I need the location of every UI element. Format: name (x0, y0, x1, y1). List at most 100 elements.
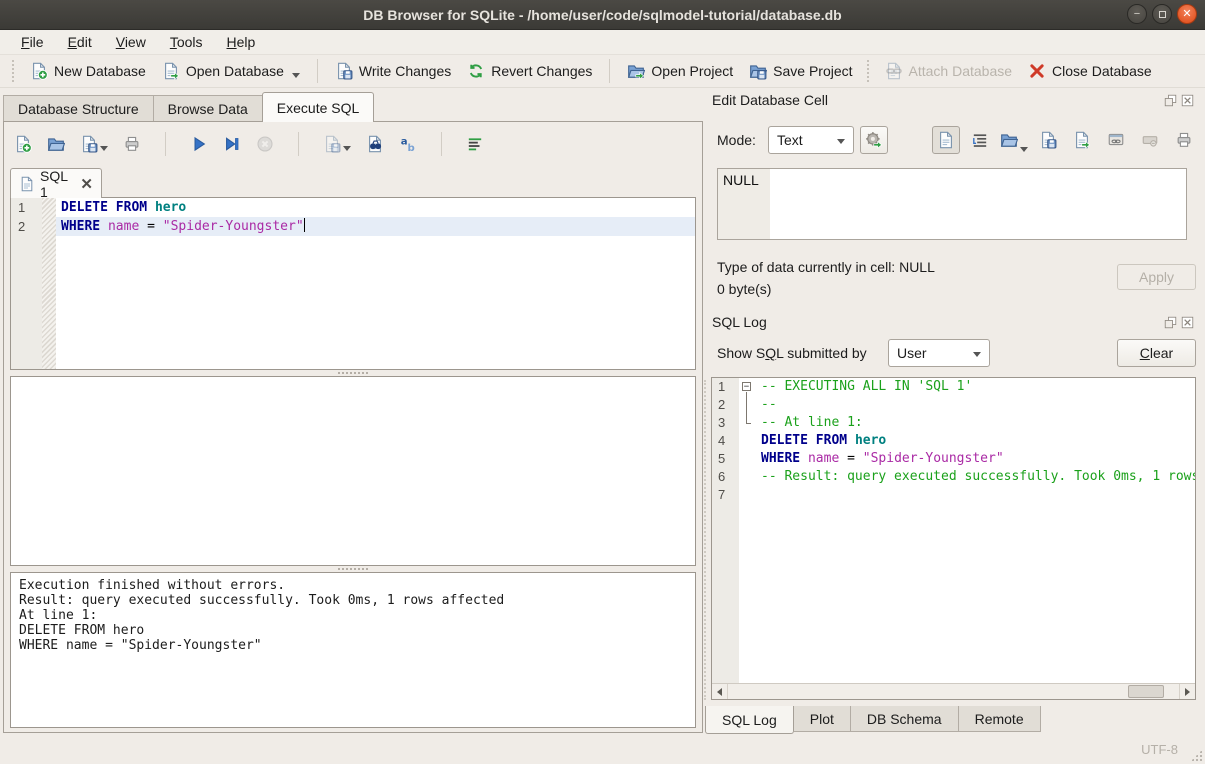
line-number: 1 (712, 378, 739, 396)
code-line[interactable]: 2 WHERE name = "Spider-Youngster" (11, 217, 695, 236)
write-changes-button[interactable]: Write Changes (327, 58, 459, 84)
toolbar-separator (609, 59, 610, 83)
fold-marker-icon[interactable]: − (739, 378, 756, 396)
tab-execute-sql[interactable]: Execute SQL (262, 92, 375, 122)
print-cell-button[interactable] (1170, 126, 1198, 154)
revert-changes-button[interactable]: Revert Changes (459, 58, 600, 84)
execution-message-pane[interactable]: Execution finished without errors.Result… (10, 572, 696, 728)
open-sql-file-button[interactable] (47, 135, 65, 153)
import-file-icon (1000, 131, 1018, 149)
attach-database-button[interactable]: Attach Database (877, 58, 1021, 84)
auto-switch-mode-button[interactable] (860, 126, 888, 154)
code-text: DELETE FROM hero (756, 432, 1195, 450)
import-dropdown-icon[interactable] (1020, 147, 1028, 152)
find-replace-button[interactable] (399, 135, 417, 153)
open-sql-file-icon (47, 135, 65, 153)
scrollbar-thumb[interactable] (1128, 685, 1164, 698)
open-project-button[interactable]: Open Project (619, 58, 741, 84)
menu-edit[interactable]: Edit (57, 32, 103, 52)
code-line[interactable]: 1DELETE FROM hero (11, 198, 695, 217)
open-database-button[interactable]: Open Database (154, 58, 308, 84)
menu-tools[interactable]: Tools (159, 32, 214, 52)
find-button[interactable] (366, 135, 384, 153)
float-dock-icon[interactable] (1164, 316, 1177, 329)
dock-tab-plot[interactable]: Plot (794, 706, 851, 732)
menu-view[interactable]: View (105, 32, 157, 52)
tab-browse-data[interactable]: Browse Data (153, 95, 262, 122)
close-database-button[interactable]: Close Database (1020, 58, 1160, 84)
save-sql-file-button[interactable] (80, 135, 108, 153)
save-project-button[interactable]: Save Project (741, 58, 860, 84)
export-cell-data-button[interactable] (1068, 126, 1096, 154)
line-number: 4 (712, 432, 739, 450)
menu-help[interactable]: Help (216, 32, 267, 52)
line-number: 6 (712, 468, 739, 486)
sql-log-view[interactable]: 1−-- EXECUTING ALL IN 'SQL 1'2--3-- At l… (711, 377, 1196, 700)
minimize-button[interactable]: − (1127, 4, 1147, 24)
text-mode-button[interactable] (932, 126, 960, 154)
open-database-dropdown-icon[interactable] (292, 73, 300, 78)
title-bar[interactable]: DB Browser for SQLite - /home/user/code/… (0, 0, 1205, 30)
log-horizontal-scrollbar[interactable] (712, 683, 1195, 699)
dock-tab-remote[interactable]: Remote (959, 706, 1041, 732)
code-line[interactable]: 7 (712, 486, 1195, 504)
scroll-right-arrow[interactable] (1179, 684, 1195, 700)
edit-cell-dock-header: Edit Database Cell (712, 92, 1202, 108)
print-sql-button[interactable] (123, 135, 141, 153)
save-results-button[interactable] (323, 135, 351, 153)
execute-current-line-button[interactable] (223, 135, 241, 153)
close-dock-icon[interactable] (1181, 94, 1194, 107)
open-in-external-button[interactable] (1102, 126, 1130, 154)
write-changes-icon (335, 62, 353, 80)
close-sql-tab-icon[interactable]: ✕ (80, 175, 93, 193)
dock-resize-handle[interactable] (704, 380, 706, 700)
line-number: 2 (11, 217, 42, 236)
code-line[interactable]: 1−-- EXECUTING ALL IN 'SQL 1' (712, 378, 1195, 396)
apply-button[interactable]: Apply (1117, 264, 1196, 290)
save-cell-data-button[interactable] (1034, 126, 1062, 154)
tab-database-structure[interactable]: Database Structure (3, 95, 153, 122)
set-null-button[interactable] (1136, 126, 1164, 154)
code-line[interactable]: 4 DELETE FROM hero (712, 432, 1195, 450)
sql-editor[interactable]: 1DELETE FROM hero2 WHERE name = "Spider-Y… (10, 197, 696, 370)
close-dock-icon[interactable] (1181, 316, 1194, 329)
scrollbar-track[interactable] (728, 684, 1179, 699)
mode-label: Mode: (717, 132, 756, 148)
new-sql-tab-button[interactable] (14, 135, 32, 153)
dock-tab-sql-log[interactable]: SQL Log (705, 706, 794, 734)
execute-all-button[interactable] (190, 135, 208, 153)
sql-toolbar (14, 129, 484, 159)
menu-file[interactable]: File (10, 32, 55, 52)
save-results-dropdown-icon[interactable] (343, 146, 351, 151)
code-text: DELETE FROM hero (56, 198, 695, 217)
dock-tab-db-schema[interactable]: DB Schema (851, 706, 959, 732)
clear-log-button[interactable]: Clear (1117, 339, 1196, 367)
code-line[interactable]: 5WHERE name = "Spider-Youngster" (712, 450, 1195, 468)
format-sql-button[interactable] (466, 135, 484, 153)
import-cell-data-button[interactable] (1000, 126, 1028, 154)
save-sql-dropdown-icon[interactable] (100, 146, 108, 151)
export-file-icon (1073, 131, 1091, 149)
toolbar-grip[interactable] (12, 60, 16, 82)
cell-value-editor[interactable]: NULL (717, 168, 1187, 240)
code-text: WHERE name = "Spider-Youngster" (56, 217, 695, 236)
stop-execution-button[interactable] (256, 135, 274, 153)
word-wrap-button[interactable] (966, 126, 994, 154)
code-text: -- At line 1: (756, 414, 1195, 432)
scroll-left-arrow[interactable] (712, 684, 728, 700)
results-grid[interactable] (10, 376, 696, 566)
maximize-button[interactable] (1152, 4, 1172, 24)
close-button[interactable]: ✕ (1177, 4, 1197, 24)
save-results-icon (323, 135, 341, 153)
resize-grip[interactable] (1191, 750, 1202, 761)
code-line[interactable]: 6-- Result: query executed successfully.… (712, 468, 1195, 486)
float-dock-icon[interactable] (1164, 94, 1177, 107)
format-sql-icon (466, 135, 484, 153)
new-database-button[interactable]: New Database (22, 58, 154, 84)
code-line[interactable]: 2-- (712, 396, 1195, 414)
toolbar-grip[interactable] (867, 60, 871, 82)
code-line[interactable]: 3-- At line 1: (712, 414, 1195, 432)
sql-editor-tab[interactable]: SQL 1 ✕ (10, 168, 102, 198)
log-filter-combobox[interactable]: User (888, 339, 990, 367)
mode-combobox[interactable]: Text (768, 126, 854, 154)
